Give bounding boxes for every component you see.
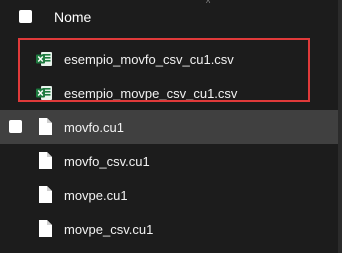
name-column-header[interactable]: Nome: [54, 9, 91, 25]
file-name: movpe_csv.cu1: [64, 222, 154, 237]
file-row-selected[interactable]: movfo.cu1: [0, 110, 342, 144]
sort-indicator-icon: ^: [206, 0, 211, 8]
file-name: movfo_csv.cu1: [64, 154, 150, 169]
highlight-annotation: [18, 38, 310, 102]
file-name: movpe.cu1: [64, 188, 128, 203]
row-checkbox[interactable]: [9, 120, 22, 133]
file-icon: [39, 220, 52, 237]
file-icon: [39, 186, 52, 203]
select-all-checkbox[interactable]: [19, 10, 32, 23]
file-row[interactable]: movpe.cu1: [0, 178, 342, 212]
file-icon: [39, 118, 52, 135]
column-header: Nome ^: [0, 0, 342, 34]
file-name: movfo.cu1: [64, 120, 124, 135]
file-row[interactable]: movfo_csv.cu1: [0, 144, 342, 178]
file-row[interactable]: movpe_csv.cu1: [0, 212, 342, 246]
file-icon: [39, 152, 52, 169]
scrollbar-track[interactable]: [338, 0, 342, 253]
